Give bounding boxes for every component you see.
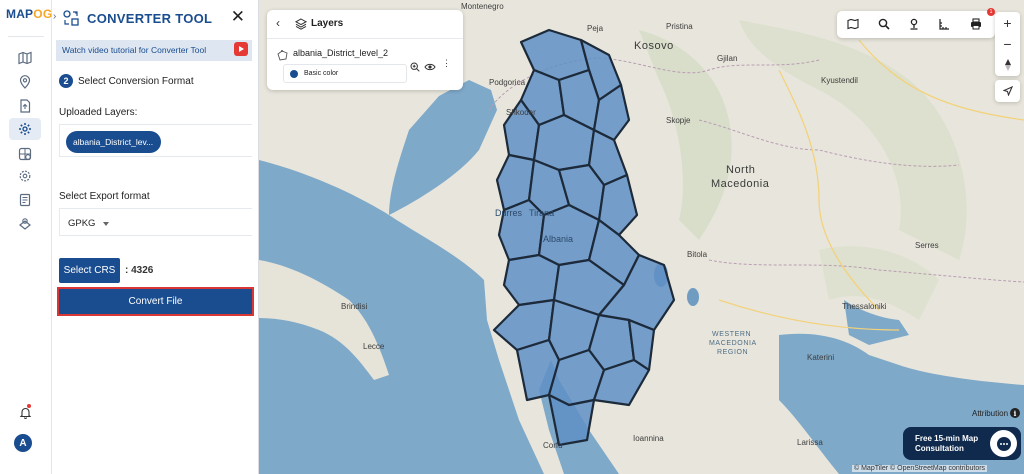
visibility-eye-icon[interactable] [424, 59, 436, 71]
crs-value: : 4326 [125, 265, 154, 276]
step-number-badge: 2 [59, 74, 73, 88]
place-label: WESTERN [712, 331, 752, 338]
layer-name[interactable]: albania_District_level_2 [293, 48, 388, 58]
map-copyright: © MapTiler © OpenStreetMap contributors [852, 465, 988, 472]
place-label: Kosovo [634, 40, 674, 52]
left-rail: MAPOG A [0, 0, 52, 474]
place-label: Lecce [363, 342, 385, 351]
place-label: Montenegro [461, 2, 504, 11]
map-view-icon[interactable] [846, 17, 860, 31]
uploaded-layer-chip[interactable]: albania_District_lev... [66, 131, 161, 153]
place-label: North [726, 164, 756, 176]
zoom-controls: + − [995, 12, 1020, 76]
location-pin-icon[interactable] [14, 72, 36, 92]
avatar[interactable]: A [14, 434, 32, 452]
export-format-label: Select Export format [59, 191, 150, 202]
video-tutorial-banner[interactable]: Watch video tutorial for Converter Tool [56, 40, 252, 61]
map-toolbar: 1 [837, 8, 995, 38]
geolocate-button[interactable] [995, 80, 1020, 102]
converter-tool-icon [62, 9, 80, 27]
zoom-out-button[interactable]: − [995, 34, 1020, 54]
measure-icon[interactable] [937, 17, 951, 31]
map-canvas[interactable]: Montenegro Podgorica Shkoder Peja Pristi… [259, 0, 1024, 474]
place-label: Peja [587, 24, 604, 33]
layers-stack-icon [294, 17, 308, 30]
polygon-layer-icon [277, 48, 288, 61]
youtube-icon[interactable] [234, 42, 248, 56]
place-label: Shkoder [506, 108, 536, 117]
zoom-in-button[interactable]: + [995, 13, 1020, 33]
info-icon[interactable]: i [1010, 408, 1020, 418]
place-label: Gjilan [717, 54, 738, 63]
layer-legend[interactable]: Basic color [283, 64, 407, 83]
settings-gear-icon[interactable] [9, 118, 41, 140]
search-icon[interactable] [877, 17, 891, 31]
place-label: MACEDONIA [709, 340, 757, 347]
place-label: Ioannina [633, 434, 664, 443]
convert-file-button[interactable]: Convert File [57, 287, 254, 316]
place-label: Kyustendil [821, 76, 858, 85]
rail-divider [8, 36, 44, 37]
uploaded-layers-box: albania_District_lev... [59, 124, 252, 157]
select-crs-button[interactable]: Select CRS [59, 258, 120, 283]
layers-grid-icon[interactable] [14, 144, 36, 164]
upload-file-icon[interactable] [14, 96, 36, 116]
consultation-widget[interactable]: Free 15-min Map Consultation [903, 427, 1021, 460]
collapse-chevron-icon[interactable]: › [53, 11, 56, 22]
panel-title: CONVERTER TOOL [87, 11, 213, 26]
place-label: Macedonia [711, 178, 770, 190]
divider [267, 38, 463, 39]
zoom-to-layer-icon[interactable] [410, 59, 420, 72]
legend-label: Basic color [304, 70, 339, 77]
albania-districts-layer [492, 28, 676, 447]
print-icon[interactable] [969, 17, 983, 31]
attribution-label[interactable]: Attribution [972, 409, 1008, 418]
more-options-icon[interactable]: ⋮ [442, 58, 451, 69]
step-title: Select Conversion Format [78, 76, 194, 87]
place-label: Serres [915, 241, 939, 250]
place-label: Larissa [797, 438, 823, 447]
cog-icon[interactable] [14, 166, 36, 186]
panel-header: › CONVERTER TOOL ✕ [52, 0, 259, 36]
place-label: Corfu [543, 441, 563, 450]
converter-panel: › CONVERTER TOOL ✕ Watch video tutorial … [52, 0, 259, 474]
consultation-text[interactable]: Free 15-min Map Consultation [915, 434, 987, 454]
place-label: Podgorica [489, 78, 526, 87]
place-label: Tirana [529, 208, 555, 218]
tutorial-link-text[interactable]: Watch video tutorial for Converter Tool [62, 45, 206, 55]
export-format-value: GPKG [68, 218, 96, 229]
place-label: Skopje [666, 116, 691, 125]
close-icon[interactable]: ✕ [231, 8, 245, 25]
compass-north-icon[interactable] [995, 55, 1020, 75]
location-pin-icon[interactable] [907, 17, 921, 31]
map-icon[interactable] [14, 48, 36, 68]
place-label: Albania [543, 234, 574, 244]
mapog-logo[interactable]: MAPOG [6, 7, 52, 21]
chat-icon[interactable] [990, 430, 1017, 457]
navigation-arrow-icon [1002, 86, 1013, 96]
notification-badge: 1 [987, 8, 995, 16]
layers-title: Layers [311, 18, 344, 29]
place-label: Durres [495, 208, 523, 218]
notification-bell-icon[interactable] [14, 402, 36, 422]
place-label: Pristina [666, 22, 693, 31]
uploaded-layers-label: Uploaded Layers: [59, 107, 138, 118]
notification-dot [27, 404, 31, 408]
export-format-select[interactable]: GPKG [59, 208, 252, 236]
place-label: Bitola [687, 250, 708, 259]
chevron-left-icon[interactable]: ‹ [276, 16, 280, 30]
place-label: REGION [717, 349, 749, 356]
place-label: Katerini [807, 353, 835, 362]
place-label: Thessaloniki [842, 302, 887, 311]
support-icon[interactable] [14, 214, 36, 234]
converter-app: MAPOG A › CONVERTER TOOL ✕ Watch video t… [0, 0, 1024, 474]
layers-panel: ‹ Layers albania_District_level_2 ⋮ Basi… [267, 10, 463, 90]
chevron-down-icon [103, 222, 109, 226]
report-icon[interactable] [14, 190, 36, 210]
legend-color-swatch [290, 70, 298, 78]
place-label: Brindisi [341, 302, 368, 311]
